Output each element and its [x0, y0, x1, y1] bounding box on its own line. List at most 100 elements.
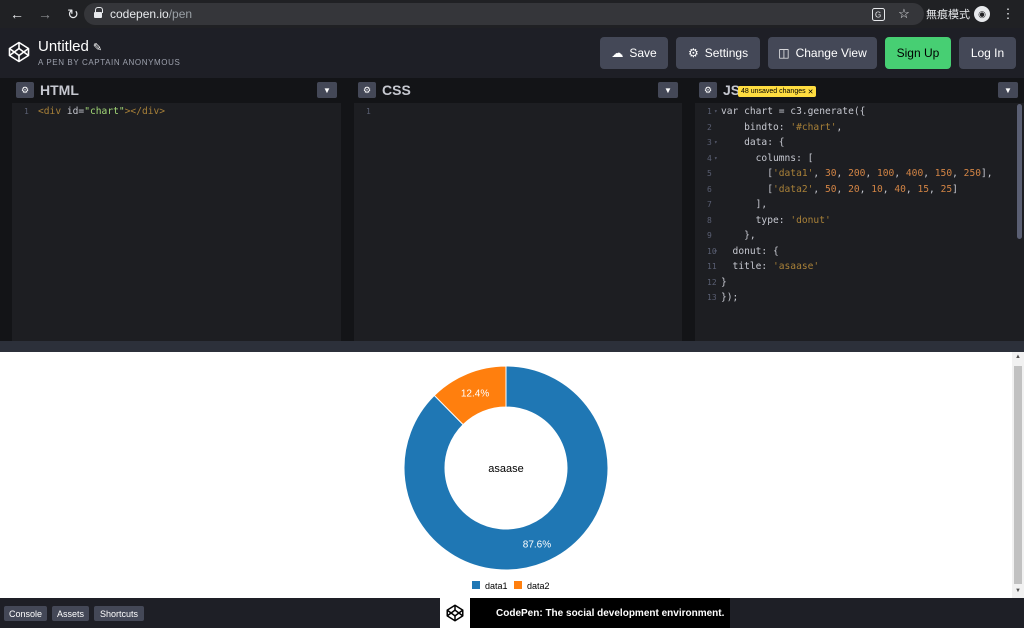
code-text: ['data1', 30, 200, 100, 400, 150, 250], — [721, 168, 993, 179]
legend-swatch-data1[interactable] — [472, 581, 480, 589]
code-text: data: { — [721, 137, 785, 148]
shortcuts-button[interactable]: Shortcuts — [94, 606, 144, 621]
html-settings-gear-icon[interactable]: ⚙ — [16, 82, 34, 98]
donut-chart: 87.6% 12.4% asaase data1 data2 — [403, 365, 609, 591]
js-chevron-down-icon[interactable]: ▼ — [998, 82, 1018, 98]
legend-swatch-data2[interactable] — [514, 581, 522, 589]
fold-arrow-icon[interactable]: ▾ — [714, 135, 718, 151]
pencil-icon[interactable]: ✎ — [93, 42, 102, 54]
html-chevron-down-icon[interactable]: ▼ — [317, 82, 337, 98]
close-icon[interactable]: ✕ — [808, 88, 814, 96]
js-editor-panel[interactable]: ⚙ JS 48 unsaved changes ✕ ▼ 1 ▾ var chart … — [695, 78, 1024, 341]
line-number: 11 — [707, 262, 717, 271]
unsaved-text: 48 unsaved changes — [741, 88, 806, 95]
code-line: 3 ▾ data: { — [695, 135, 1024, 151]
address-bar[interactable]: codepen.io/pen — [84, 3, 924, 25]
pen-author: A PEN BY CAPTAIN ANONYMOUS — [38, 58, 181, 67]
line-number: 1 — [24, 107, 29, 116]
console-button[interactable]: Console — [4, 606, 47, 621]
fold-arrow-icon[interactable]: ▾ — [714, 244, 718, 260]
assets-button[interactable]: Assets — [52, 606, 89, 621]
login-label: Log In — [970, 46, 1005, 60]
scroll-down-icon[interactable]: ▼ — [1014, 588, 1022, 596]
code-line: 10 ▾ donut: { — [695, 244, 1024, 260]
assets-label: Assets — [56, 608, 84, 619]
js-scrollbar[interactable] — [1017, 104, 1022, 239]
signup-button[interactable]: Sign Up — [885, 37, 951, 69]
scroll-up-icon[interactable]: ▲ — [1014, 354, 1022, 362]
incognito-label: 無痕模式 — [926, 9, 970, 21]
resize-divider[interactable] — [0, 341, 1024, 352]
codepen-logo-icon[interactable] — [8, 41, 30, 63]
css-chevron-down-icon[interactable]: ▼ — [658, 82, 678, 98]
js-panel-header: ⚙ JS 48 unsaved changes ✕ ▼ — [695, 78, 1024, 103]
code-line: 5 ['data1', 30, 200, 100, 400, 150, 250]… — [695, 166, 1024, 182]
back-icon[interactable]: ← — [6, 3, 28, 25]
save-button[interactable]: ☁ Save — [600, 37, 668, 69]
legend-label-data1[interactable]: data1 — [485, 581, 508, 591]
editors-area: ⚙ HTML ▼ 1 <div id="chart"></div> ⚙ CSS ▼… — [0, 78, 1024, 341]
login-button[interactable]: Log In — [959, 37, 1016, 69]
code-line: 1 — [354, 104, 682, 120]
codepen-toast[interactable]: CodePen: The social development environm… — [440, 598, 730, 628]
shortcuts-label: Shortcuts — [99, 608, 139, 619]
pen-title[interactable]: Untitled ✎ — [38, 38, 102, 55]
css-settings-gear-icon[interactable]: ⚙ — [358, 82, 376, 98]
css-panel-header: ⚙ CSS ▼ — [354, 78, 682, 103]
code-text: title: 'asaase' — [721, 261, 820, 272]
code-text: bindto: '#chart', — [721, 121, 843, 133]
line-number: 9 — [707, 231, 712, 240]
url-path: /pen — [168, 7, 193, 21]
line-number: 13 — [707, 293, 717, 302]
js-settings-gear-icon[interactable]: ⚙ — [699, 82, 717, 98]
cloud-icon: ☁ — [611, 46, 624, 60]
translate-icon[interactable]: G — [868, 4, 888, 24]
lock-icon — [94, 6, 103, 19]
gear-icon: ⚙ — [687, 46, 699, 60]
preview-scrollbar[interactable]: ▲ ▼ — [1012, 352, 1024, 598]
code-text: }); — [721, 292, 739, 303]
code-line: 4 ▾ columns: [ — [695, 151, 1024, 167]
fold-arrow-icon[interactable]: ▾ — [714, 104, 718, 120]
css-editor-panel[interactable]: ⚙ CSS ▼ 1 — [354, 78, 682, 341]
preview-pane: 87.6% 12.4% asaase data1 data2 — [0, 352, 1012, 598]
incognito-avatar-icon[interactable]: ◉ — [974, 6, 990, 22]
code-text: } — [721, 276, 727, 288]
code-line: 8 type: 'donut' — [695, 213, 1024, 229]
unsaved-changes-badge[interactable]: 48 unsaved changes ✕ — [738, 86, 817, 97]
settings-button[interactable]: ⚙ Settings — [676, 37, 760, 69]
fold-arrow-icon[interactable]: ▾ — [714, 151, 718, 167]
pen-title-text: Untitled — [38, 38, 89, 55]
html-editor-panel[interactable]: ⚙ HTML ▼ 1 <div id="chart"></div> — [12, 78, 341, 341]
svg-text:G: G — [875, 10, 881, 19]
scroll-thumb[interactable] — [1014, 366, 1022, 584]
html-code[interactable]: 1 <div id="chart"></div> — [12, 104, 341, 341]
code-token: ></div> — [124, 106, 166, 117]
code-text: ], — [721, 199, 768, 210]
legend-label-data2[interactable]: data2 — [527, 581, 550, 591]
star-icon[interactable]: ☆ — [894, 4, 914, 24]
code-text: ['data2', 50, 20, 10, 40, 15, 25] — [721, 183, 958, 195]
line-number: 2 — [707, 122, 712, 132]
line-number: 5 — [707, 169, 712, 178]
signup-label: Sign Up — [896, 46, 940, 60]
code-text: type: 'donut' — [721, 214, 831, 226]
slice-label-data2: 12.4% — [461, 389, 489, 400]
line-number: 7 — [707, 200, 712, 209]
code-line: 1 ▾ var chart = c3.generate({ — [695, 104, 1024, 120]
save-label: Save — [629, 46, 657, 60]
settings-label: Settings — [704, 46, 749, 60]
forward-icon[interactable]: → — [34, 3, 56, 25]
toast-logo-icon — [440, 598, 470, 628]
code-line: 7 ], — [695, 197, 1024, 213]
change-view-label: Change View — [795, 46, 867, 60]
css-panel-title: CSS — [382, 82, 411, 98]
js-code[interactable]: 1 ▾ var chart = c3.generate({2 bindto: '#c… — [695, 104, 1024, 341]
code-line: 11 title: 'asaase' — [695, 259, 1024, 275]
code-line: 2 bindto: '#chart', — [695, 120, 1024, 136]
css-code[interactable]: 1 — [354, 104, 682, 341]
line-number: 8 — [707, 215, 712, 225]
change-view-button[interactable]: ◫ Change View — [768, 37, 877, 69]
reload-icon[interactable]: ↻ — [62, 3, 84, 25]
menu-icon[interactable]: ⋮ — [998, 4, 1018, 24]
